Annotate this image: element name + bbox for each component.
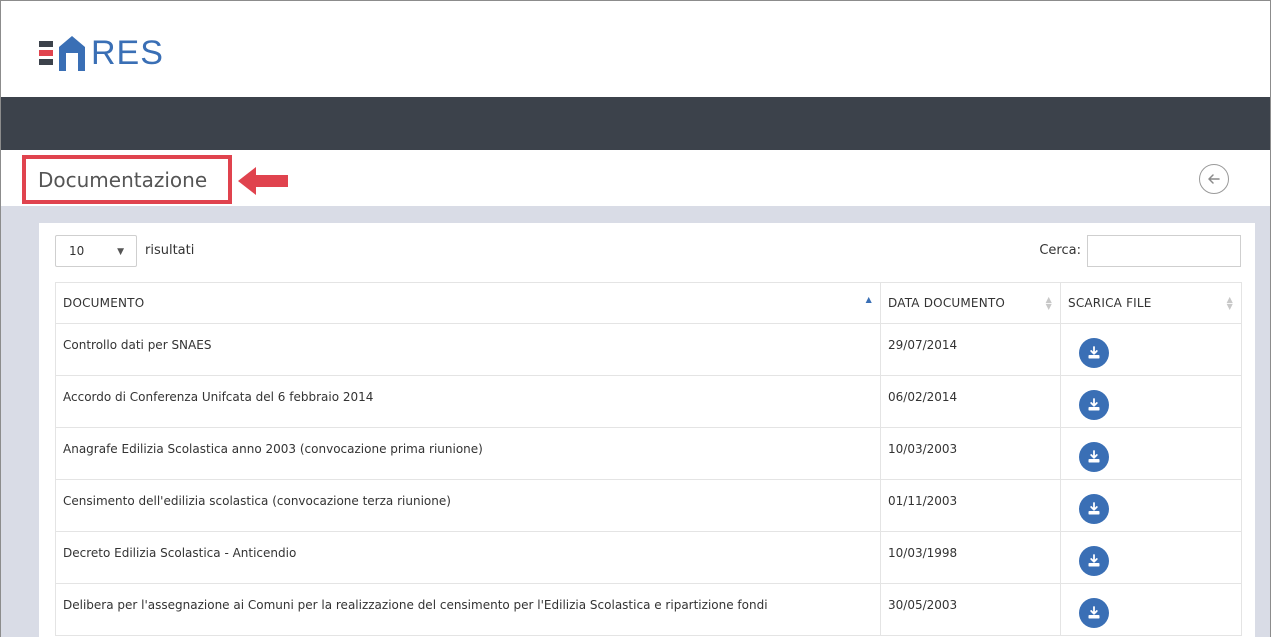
column-header-label: SCARICA FILE	[1068, 296, 1152, 310]
document-date: 30/05/2003	[888, 598, 958, 612]
page-size-label: risultati	[145, 243, 195, 258]
download-icon	[1088, 606, 1100, 619]
download-icon	[1088, 398, 1100, 411]
sort-ascending-icon: ▲	[865, 295, 872, 304]
page-size-value: 10	[69, 244, 85, 258]
download-icon	[1088, 450, 1100, 463]
document-name: Accordo di Conferenza Unifcata del 6 feb…	[63, 390, 374, 404]
download-cell	[1060, 531, 1242, 584]
sort-icon: ▲ ▼	[1045, 295, 1052, 311]
download-button[interactable]	[1079, 338, 1109, 368]
document-date-cell: 10/03/2003	[880, 427, 1061, 480]
document-date: 29/07/2014	[888, 338, 958, 352]
document-name-cell: Anagrafe Edilizia Scolastica anno 2003 (…	[55, 427, 881, 480]
table-header-row: DOCUMENTO ▲ DATA DOCUMENTO ▲ ▼ SCARICA FI…	[55, 282, 1242, 324]
document-name: Anagrafe Edilizia Scolastica anno 2003 (…	[63, 442, 483, 456]
app-frame: RES Documentazione 10 ▼ risultati Cerca:	[0, 0, 1271, 637]
logo-text: RES	[91, 34, 164, 72]
table-row: Decreto Edilizia Scolastica - Anticendio…	[55, 531, 1242, 584]
documents-panel: 10 ▼ risultati Cerca: DOCUMENTO ▲ DATA D…	[39, 223, 1255, 637]
download-button[interactable]	[1079, 546, 1109, 576]
document-date-cell: 30/05/2003	[880, 583, 1061, 636]
table-row: Anagrafe Edilizia Scolastica anno 2003 (…	[55, 427, 1242, 480]
search-label: Cerca:	[1039, 243, 1081, 258]
download-button[interactable]	[1079, 390, 1109, 420]
document-date: 01/11/2003	[888, 494, 958, 508]
download-cell	[1060, 583, 1242, 636]
documents-table: DOCUMENTO ▲ DATA DOCUMENTO ▲ ▼ SCARICA FI…	[55, 282, 1242, 636]
document-name: Decreto Edilizia Scolastica - Anticendio	[63, 546, 297, 560]
document-name-cell: Decreto Edilizia Scolastica - Anticendio	[55, 531, 881, 584]
column-header-scarica-file[interactable]: SCARICA FILE ▲ ▼	[1060, 282, 1242, 324]
caret-down-icon: ▼	[117, 247, 124, 257]
content-area: 10 ▼ risultati Cerca: DOCUMENTO ▲ DATA D…	[1, 206, 1270, 637]
main-navbar	[1, 97, 1270, 150]
site-logo[interactable]: RES	[39, 31, 164, 75]
document-name-cell: Delibera per l'assegnazione ai Comuni pe…	[55, 583, 881, 636]
table-row: Controllo dati per SNAES 29/07/2014	[55, 323, 1242, 376]
download-cell	[1060, 479, 1242, 532]
back-button[interactable]	[1199, 164, 1229, 194]
page-title-highlight: Documentazione	[22, 155, 232, 204]
page-size-select[interactable]: 10 ▼	[55, 235, 137, 267]
document-date: 10/03/2003	[888, 442, 958, 456]
document-date-cell: 06/02/2014	[880, 375, 1061, 428]
document-date-cell: 01/11/2003	[880, 479, 1061, 532]
table-row: Accordo di Conferenza Unifcata del 6 feb…	[55, 375, 1242, 428]
document-date: 06/02/2014	[888, 390, 958, 404]
document-name: Censimento dell'edilizia scolastica (con…	[63, 494, 451, 508]
table-row: Censimento dell'edilizia scolastica (con…	[55, 479, 1242, 532]
site-header: RES	[1, 1, 1270, 97]
download-button[interactable]	[1079, 598, 1109, 628]
logo-bars-icon	[39, 41, 53, 65]
download-cell	[1060, 427, 1242, 480]
column-header-documento[interactable]: DOCUMENTO ▲	[55, 282, 881, 324]
document-name-cell: Controllo dati per SNAES	[55, 323, 881, 376]
table-controls: 10 ▼ risultati Cerca:	[55, 235, 1241, 267]
document-name-cell: Censimento dell'edilizia scolastica (con…	[55, 479, 881, 532]
document-date-cell: 10/03/1998	[880, 531, 1061, 584]
download-icon	[1088, 502, 1100, 515]
document-name: Controllo dati per SNAES	[63, 338, 212, 352]
column-header-label: DATA DOCUMENTO	[888, 296, 1006, 310]
sort-icon: ▲ ▼	[1226, 295, 1233, 311]
download-icon	[1088, 554, 1100, 567]
download-icon	[1088, 346, 1100, 359]
download-button[interactable]	[1079, 442, 1109, 472]
download-button[interactable]	[1079, 494, 1109, 524]
document-name: Delibera per l'assegnazione ai Comuni pe…	[63, 598, 768, 612]
house-icon	[59, 36, 85, 71]
arrow-left-icon	[238, 167, 288, 195]
page-title: Documentazione	[38, 167, 208, 192]
back-arrow-circle-icon	[1208, 174, 1220, 184]
page-title-bar: Documentazione	[1, 150, 1270, 206]
document-date-cell: 29/07/2014	[880, 323, 1061, 376]
search-input[interactable]	[1087, 235, 1241, 267]
document-date: 10/03/1998	[888, 546, 958, 560]
download-cell	[1060, 375, 1242, 428]
download-cell	[1060, 323, 1242, 376]
column-header-label: DOCUMENTO	[63, 296, 145, 310]
column-header-data-documento[interactable]: DATA DOCUMENTO ▲ ▼	[880, 282, 1061, 324]
table-row: Delibera per l'assegnazione ai Comuni pe…	[55, 583, 1242, 636]
document-name-cell: Accordo di Conferenza Unifcata del 6 feb…	[55, 375, 881, 428]
